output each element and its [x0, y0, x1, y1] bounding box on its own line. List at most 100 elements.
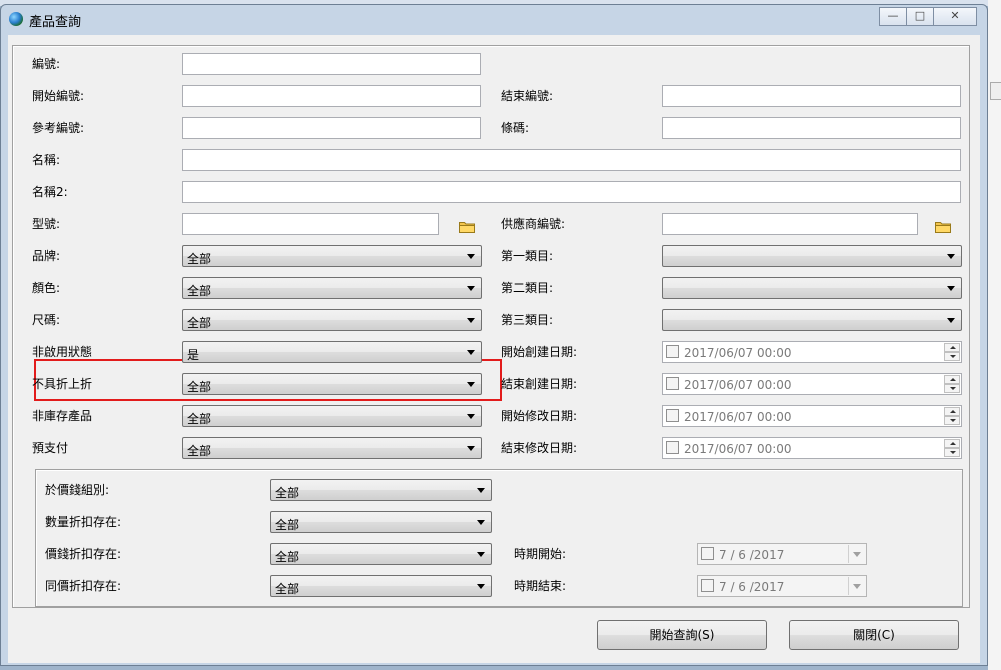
chevron-down-icon [467, 286, 475, 291]
spin-down-icon[interactable] [944, 416, 960, 425]
prepaid-value: 全部 [187, 444, 212, 458]
category2-select[interactable] [662, 277, 962, 299]
chevron-down-icon [477, 520, 485, 525]
period-start-checkbox[interactable] [701, 547, 714, 560]
period-end-value: 7 / 6 /2017 [719, 580, 785, 594]
spinner[interactable] [944, 407, 960, 425]
spinner[interactable] [944, 439, 960, 457]
ref-code-label: 參考編號: [32, 121, 85, 135]
chevron-down-icon [947, 286, 955, 291]
start-code-input[interactable] [182, 85, 481, 107]
no-discount-select[interactable]: 全部 [182, 373, 482, 395]
search-button[interactable]: 開始查詢(S) [597, 620, 767, 650]
price-group-select[interactable]: 全部 [270, 479, 492, 501]
prepaid-select[interactable]: 全部 [182, 437, 482, 459]
folder-icon[interactable] [459, 220, 475, 233]
period-start-picker[interactable]: 7 / 6 /2017 [697, 543, 867, 565]
close-button[interactable]: 關閉(C) [789, 620, 959, 650]
name-input[interactable] [182, 149, 961, 171]
minimize-button[interactable]: — [879, 7, 907, 26]
brand-label: 品牌: [32, 249, 61, 263]
spin-up-icon[interactable] [944, 375, 960, 384]
spin-down-icon[interactable] [944, 384, 960, 393]
globe-icon [9, 12, 23, 26]
modify-end-label: 結束修改日期: [501, 441, 578, 455]
price-discount-select[interactable]: 全部 [270, 543, 492, 565]
product-query-window: 產品查詢 — □ ✕ 編號: 開始編號: 結束編號: 參考編號: 條碼: 名稱:… [0, 4, 988, 666]
modify-start-label: 開始修改日期: [501, 409, 578, 423]
spin-down-icon[interactable] [944, 448, 960, 457]
brand-select[interactable]: 全部 [182, 245, 482, 267]
brand-value: 全部 [187, 252, 212, 266]
chevron-down-icon [467, 382, 475, 387]
category3-label: 第三類目: [501, 313, 554, 327]
inactive-status-select[interactable]: 是 [182, 341, 482, 363]
period-end-picker[interactable]: 7 / 6 /2017 [697, 575, 867, 597]
chevron-down-icon[interactable] [848, 577, 865, 595]
modify-end-checkbox[interactable] [666, 441, 679, 454]
code-input[interactable] [182, 53, 481, 75]
qty-discount-value: 全部 [275, 518, 300, 532]
category1-select[interactable] [662, 245, 962, 267]
form-client-area: 編號: 開始編號: 結束編號: 參考編號: 條碼: 名稱: 名稱2: 型號: 供… [8, 35, 980, 663]
create-start-value: 2017/06/07 00:00 [684, 346, 792, 360]
create-end-picker[interactable]: 2017/06/07 00:00 [662, 373, 962, 395]
spin-down-icon[interactable] [944, 352, 960, 361]
barcode-input[interactable] [662, 117, 961, 139]
modify-start-value: 2017/06/07 00:00 [684, 410, 792, 424]
chevron-down-icon [477, 488, 485, 493]
color-select[interactable]: 全部 [182, 277, 482, 299]
spin-up-icon[interactable] [944, 343, 960, 352]
same-price-discount-label: 同價折扣存在: [45, 579, 122, 593]
price-discount-label: 價錢折扣存在: [45, 547, 122, 561]
name2-input[interactable] [182, 181, 961, 203]
spinner[interactable] [944, 343, 960, 361]
window-title: 產品查詢 [29, 15, 82, 30]
end-code-input[interactable] [662, 85, 961, 107]
same-price-discount-value: 全部 [275, 582, 300, 596]
supplier-code-label: 供應商編號: [501, 217, 566, 231]
non-stock-value: 全部 [187, 412, 212, 426]
modify-end-picker[interactable]: 2017/06/07 00:00 [662, 437, 962, 459]
spin-up-icon[interactable] [944, 439, 960, 448]
price-discount-value: 全部 [275, 550, 300, 564]
chevron-down-icon [467, 446, 475, 451]
modify-start-checkbox[interactable] [666, 409, 679, 422]
size-label: 尺碼: [32, 313, 61, 327]
create-end-label: 結束創建日期: [501, 377, 578, 391]
price-group-value: 全部 [275, 486, 300, 500]
category3-select[interactable] [662, 309, 962, 331]
create-start-picker[interactable]: 2017/06/07 00:00 [662, 341, 962, 363]
period-end-checkbox[interactable] [701, 579, 714, 592]
spin-up-icon[interactable] [944, 407, 960, 416]
model-label: 型號: [32, 217, 61, 231]
non-stock-label: 非庫存產品 [32, 409, 93, 423]
create-end-checkbox[interactable] [666, 377, 679, 390]
close-window-button[interactable]: ✕ [933, 7, 977, 26]
chevron-down-icon[interactable] [848, 545, 865, 563]
size-select[interactable]: 全部 [182, 309, 482, 331]
modify-start-picker[interactable]: 2017/06/07 00:00 [662, 405, 962, 427]
chevron-down-icon [947, 318, 955, 323]
ref-code-input[interactable] [182, 117, 481, 139]
maximize-button[interactable]: □ [906, 7, 934, 26]
supplier-code-input[interactable] [662, 213, 918, 235]
create-start-label: 開始創建日期: [501, 345, 578, 359]
model-input[interactable] [182, 213, 439, 235]
chevron-down-icon [467, 318, 475, 323]
size-value: 全部 [187, 316, 212, 330]
title-bar[interactable]: 產品查詢 — □ ✕ [1, 5, 987, 35]
chevron-down-icon [477, 552, 485, 557]
folder-icon[interactable] [935, 220, 951, 233]
qty-discount-select[interactable]: 全部 [270, 511, 492, 533]
qty-discount-label: 數量折扣存在: [45, 515, 122, 529]
non-stock-select[interactable]: 全部 [182, 405, 482, 427]
same-price-discount-select[interactable]: 全部 [270, 575, 492, 597]
period-start-label: 時期開始: [514, 547, 567, 561]
create-start-checkbox[interactable] [666, 345, 679, 358]
prepaid-label: 預支付 [32, 441, 69, 455]
spinner[interactable] [944, 375, 960, 393]
no-discount-value: 全部 [187, 380, 212, 394]
barcode-label: 條碼: [501, 121, 530, 135]
chevron-down-icon [477, 584, 485, 589]
